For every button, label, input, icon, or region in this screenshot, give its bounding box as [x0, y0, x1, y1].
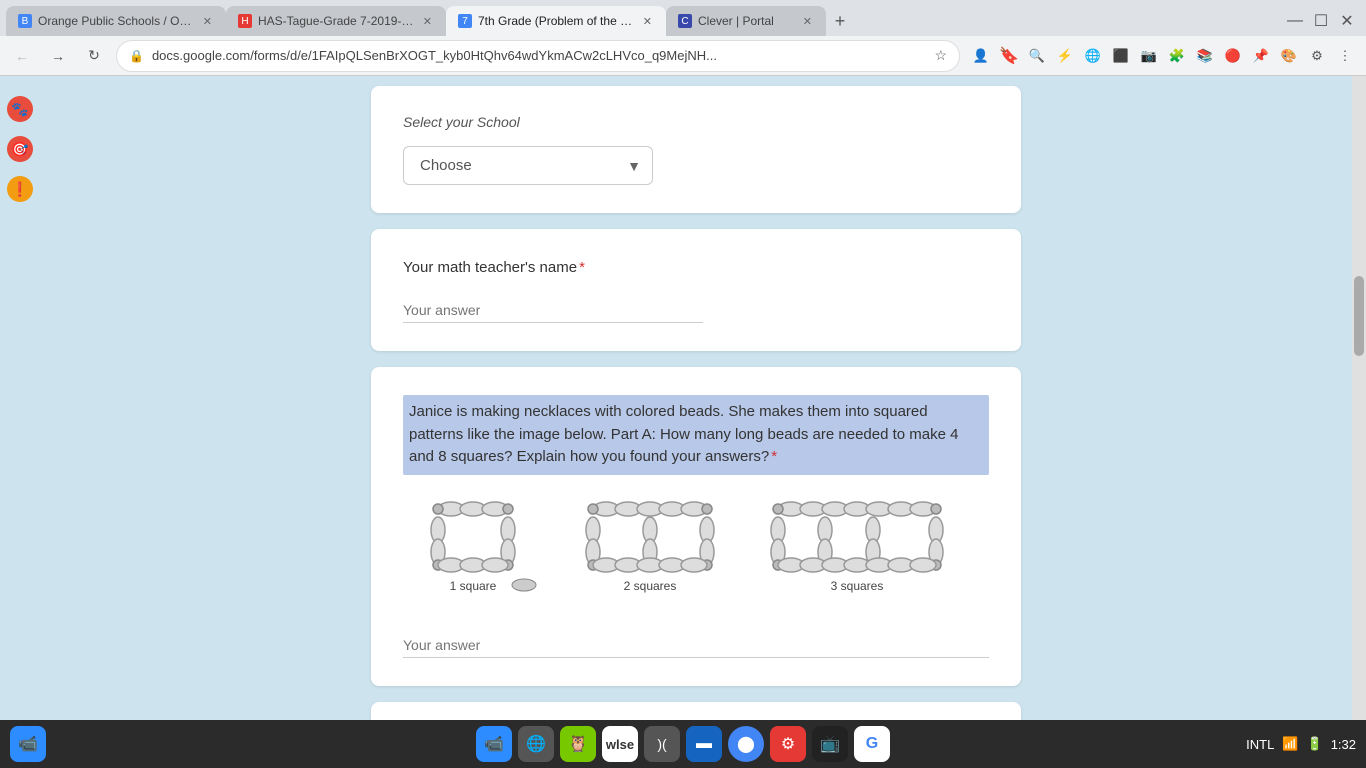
tab-clever[interactable]: C Clever | Portal ✕ — [666, 6, 826, 36]
bead-image-container: 1 square — [403, 495, 989, 605]
teacher-name-input[interactable] — [403, 298, 703, 323]
account-icon[interactable]: 👤 — [968, 43, 994, 69]
battery-icon: 🔋 — [1307, 736, 1323, 752]
extension11-icon[interactable]: 🎨 — [1276, 43, 1302, 69]
school-dropdown[interactable]: Choose School A School B — [403, 146, 653, 185]
form-area: Select your School Choose School A Schoo… — [40, 76, 1352, 720]
extension6-icon[interactable]: 📷 — [1136, 43, 1162, 69]
tab-label-bb: Orange Public Schools / Overvie — [38, 14, 195, 28]
alert-icon[interactable]: ❗ — [7, 176, 33, 202]
forward-button[interactable]: → — [44, 42, 72, 70]
taskbar-center: 📹 🌐 🦉 wlse )( ▬ ⬤ ⚙ � — [476, 726, 890, 762]
back-button[interactable]: ← — [8, 42, 36, 70]
app9-taskbar-icon[interactable]: ⚙ — [770, 726, 806, 762]
wlse-taskbar-icon[interactable]: wlse — [602, 726, 638, 762]
partial-question-card: Janice is making necklaces with colored … — [371, 702, 1021, 721]
extension3-icon[interactable]: ⚡ — [1052, 43, 1078, 69]
new-tab-button[interactable]: + — [826, 7, 854, 35]
browser-taskbar-icon[interactable]: 🌐 — [518, 726, 554, 762]
reload-button[interactable]: ↻ — [80, 42, 108, 70]
tab-favicon-bb: B — [18, 14, 32, 28]
time-display: 1:32 — [1331, 737, 1356, 752]
app6-taskbar-icon[interactable]: )( — [644, 726, 680, 762]
necklace-question-card: Janice is making necklaces with colored … — [371, 367, 1021, 686]
zoom-taskbar-icon[interactable]: 📹 — [476, 726, 512, 762]
target-icon[interactable]: 🎯 — [7, 136, 33, 162]
chrome-taskbar-icon[interactable]: ⬤ — [728, 726, 764, 762]
taskbar-left: 📹 — [10, 726, 46, 762]
required-star-necklace: * — [771, 448, 777, 465]
tab-label-clever: Clever | Portal — [698, 14, 795, 28]
address-text: docs.google.com/forms/d/e/1FAIpQLSenBrXO… — [152, 48, 926, 63]
extension9-icon[interactable]: 🔴 — [1220, 43, 1246, 69]
keyboard-layout: INTL — [1246, 737, 1274, 752]
bookmark-icon[interactable]: ☆ — [934, 47, 947, 64]
zoom-icon[interactable]: 📹 — [10, 726, 46, 762]
app7-taskbar-icon[interactable]: ▬ — [686, 726, 722, 762]
menu-button[interactable]: ⋮ — [1332, 43, 1358, 69]
label-3square: 3 squares — [831, 579, 884, 593]
taskbar-right: INTL 📶 🔋 1:32 — [1246, 736, 1356, 752]
label-2square: 2 squares — [624, 579, 677, 593]
teacher-name-card: Your math teacher's name* — [371, 229, 1021, 351]
minimize-button[interactable]: — — [1282, 8, 1308, 34]
address-bar-row: ← → ↻ 🔒 docs.google.com/forms/d/e/1FAIpQ… — [0, 36, 1366, 76]
left-sidebar: 🐾 🎯 ❗ — [0, 76, 40, 720]
tab-favicon-7th: 7 — [458, 14, 472, 28]
extension5-icon[interactable]: ⬛ — [1108, 43, 1134, 69]
bead-pattern-svg: 1 square — [411, 495, 981, 605]
extension12-icon[interactable]: ⚙ — [1304, 43, 1330, 69]
extension2-icon[interactable]: 🔍 — [1024, 43, 1050, 69]
tab-close-bb[interactable]: ✕ — [201, 13, 214, 30]
tab-bb[interactable]: B Orange Public Schools / Overvie ✕ — [6, 6, 226, 36]
teacher-question-label: Your math teacher's name* — [403, 257, 989, 278]
duolingo-taskbar-icon[interactable]: 🦉 — [560, 726, 596, 762]
tab-7th[interactable]: 7 7th Grade (Problem of the Wee... ✕ — [446, 6, 666, 36]
scrollbar-thumb[interactable] — [1354, 276, 1364, 356]
necklace-answer-input[interactable] — [403, 633, 989, 658]
extension1-icon[interactable]: 🔖 — [996, 43, 1022, 69]
tab-favicon-clever: C — [678, 14, 692, 28]
necklace-question-text: Janice is making necklaces with colored … — [403, 395, 989, 475]
tab-favicon-has: H — [238, 14, 252, 28]
form-content: Select your School Choose School A Schoo… — [371, 76, 1021, 720]
wifi-icon: 📶 — [1282, 736, 1298, 752]
label-1square: 1 square — [450, 579, 497, 593]
paw-icon[interactable]: 🐾 — [7, 96, 33, 122]
right-scrollbar[interactable] — [1352, 76, 1366, 720]
select-school-label: Select your School — [403, 114, 989, 130]
school-select-wrapper: Choose School A School B ▼ — [403, 146, 653, 185]
tab-label-7th: 7th Grade (Problem of the Wee... — [478, 14, 635, 28]
browser-window: B Orange Public Schools / Overvie ✕ H HA… — [0, 0, 1366, 768]
extension8-icon[interactable]: 📚 — [1192, 43, 1218, 69]
lock-icon: 🔒 — [129, 49, 144, 63]
maximize-button[interactable]: ☐ — [1308, 8, 1334, 34]
content-area: 🐾 🎯 ❗ Select your School Choose School A… — [0, 76, 1366, 720]
address-box[interactable]: 🔒 docs.google.com/forms/d/e/1FAIpQLSenBr… — [116, 40, 960, 72]
extension4-icon[interactable]: 🌐 — [1080, 43, 1106, 69]
toolbar-icons: 👤 🔖 🔍 ⚡ 🌐 ⬛ 📷 🧩 📚 🔴 📌 🎨 ⚙ ⋮ — [968, 43, 1358, 69]
extension10-icon[interactable]: 📌 — [1248, 43, 1274, 69]
tab-label-has: HAS-Tague-Grade 7-2019-2020 ... — [258, 14, 415, 28]
tab-bar: B Orange Public Schools / Overvie ✕ H HA… — [0, 0, 1366, 36]
google-taskbar-icon[interactable]: G — [854, 726, 890, 762]
tab-close-has[interactable]: ✕ — [421, 13, 434, 30]
school-select-card: Select your School Choose School A Schoo… — [371, 86, 1021, 213]
tab-has[interactable]: H HAS-Tague-Grade 7-2019-2020 ... ✕ — [226, 6, 446, 36]
tab-close-7th[interactable]: ✕ — [641, 13, 654, 30]
app10-taskbar-icon[interactable]: 📺 — [812, 726, 848, 762]
extension7-icon[interactable]: 🧩 — [1164, 43, 1190, 69]
close-window-button[interactable]: ✕ — [1334, 8, 1360, 34]
tab-close-clever[interactable]: ✕ — [801, 13, 814, 30]
required-star-teacher: * — [579, 259, 585, 276]
taskbar: 📹 📹 🌐 🦉 wlse )( ▬ ⬤ — [0, 720, 1366, 768]
